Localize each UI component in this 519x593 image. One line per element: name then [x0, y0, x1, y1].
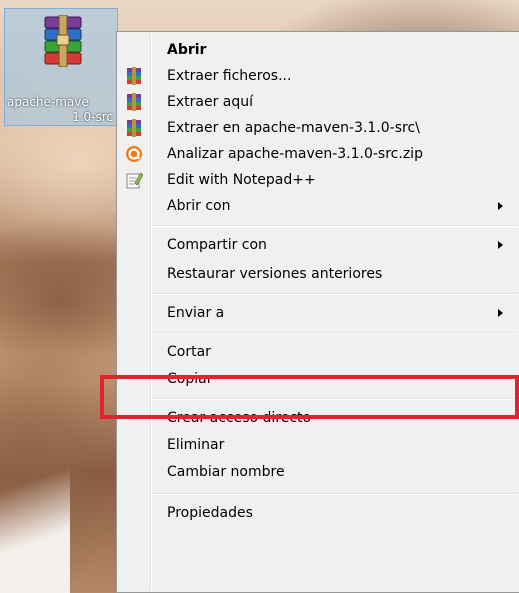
menu-item-label: Compartir con: [167, 237, 267, 253]
desktop-file-name: apache-mave 1.0-src: [5, 95, 119, 125]
desktop-file-name-line2: 1.0-src: [72, 110, 113, 124]
submenu-arrow-icon: [498, 241, 503, 249]
desktop-file-name-line1: apache-mave: [7, 95, 89, 109]
menu-item-abrir-con[interactable]: Abrir con: [119, 193, 517, 219]
submenu-arrow-icon: [498, 309, 503, 317]
menu-item-abrir[interactable]: Abrir: [119, 37, 517, 63]
winrar-icon: [127, 67, 141, 85]
submenu-arrow-icon: [498, 202, 503, 210]
desktop-file-icon-apache-maven[interactable]: apache-mave 1.0-src: [4, 8, 118, 126]
menu-item-label: Extraer ficheros...: [167, 68, 292, 84]
menu-item-extraer-en[interactable]: Extraer en apache-maven-3.1.0-src\: [119, 115, 517, 141]
menu-item-label: Extraer aquí: [167, 94, 254, 110]
menu-item-label: Propiedades: [167, 505, 253, 521]
menu-item-label: Restaurar versiones anteriores: [167, 266, 383, 282]
menu-item-restaurar-versiones[interactable]: Restaurar versiones anteriores: [119, 261, 517, 287]
winrar-archive-icon: [44, 15, 82, 67]
menu-item-label: Eliminar: [167, 437, 225, 453]
menu-item-cambiar-nombre[interactable]: Cambiar nombre: [119, 459, 517, 485]
menu-item-extraer-ficheros[interactable]: Extraer ficheros...: [119, 63, 517, 89]
menu-separator: [153, 225, 517, 227]
menu-item-label: Abrir: [167, 42, 207, 58]
menu-item-eliminar[interactable]: Eliminar: [119, 432, 517, 458]
wallpaper-highlight: [0, 460, 70, 593]
menu-item-label: Enviar a: [167, 305, 225, 321]
menu-separator: [153, 332, 517, 334]
menu-item-edit-notepad[interactable]: Edit with Notepad++: [119, 167, 517, 193]
context-menu: Abrir Extraer ficheros... Extraer aquí E…: [116, 31, 519, 593]
menu-item-enviar-a[interactable]: Enviar a: [119, 300, 517, 326]
menu-separator: [153, 293, 517, 295]
menu-item-label: Cambiar nombre: [167, 464, 285, 480]
menu-item-cortar[interactable]: Cortar: [119, 339, 517, 365]
menu-item-propiedades[interactable]: Propiedades: [119, 500, 517, 526]
winrar-icon: [127, 119, 141, 137]
notepad-plus-plus-icon: [126, 172, 143, 189]
menu-separator: [153, 493, 517, 495]
copiar-highlight-box: [100, 375, 519, 419]
avast-icon: [126, 146, 142, 162]
menu-item-compartir-con[interactable]: Compartir con: [119, 232, 517, 258]
menu-item-analizar[interactable]: Analizar apache-maven-3.1.0-src.zip: [119, 141, 517, 167]
winrar-icon: [127, 93, 141, 111]
menu-item-label: Abrir con: [167, 198, 231, 214]
menu-item-extraer-aqui[interactable]: Extraer aquí: [119, 89, 517, 115]
menu-item-label: Extraer en apache-maven-3.1.0-src\: [167, 120, 420, 136]
menu-item-label: Edit with Notepad++: [167, 172, 316, 188]
menu-item-label: Cortar: [167, 344, 211, 360]
menu-item-label: Analizar apache-maven-3.1.0-src.zip: [167, 146, 423, 162]
